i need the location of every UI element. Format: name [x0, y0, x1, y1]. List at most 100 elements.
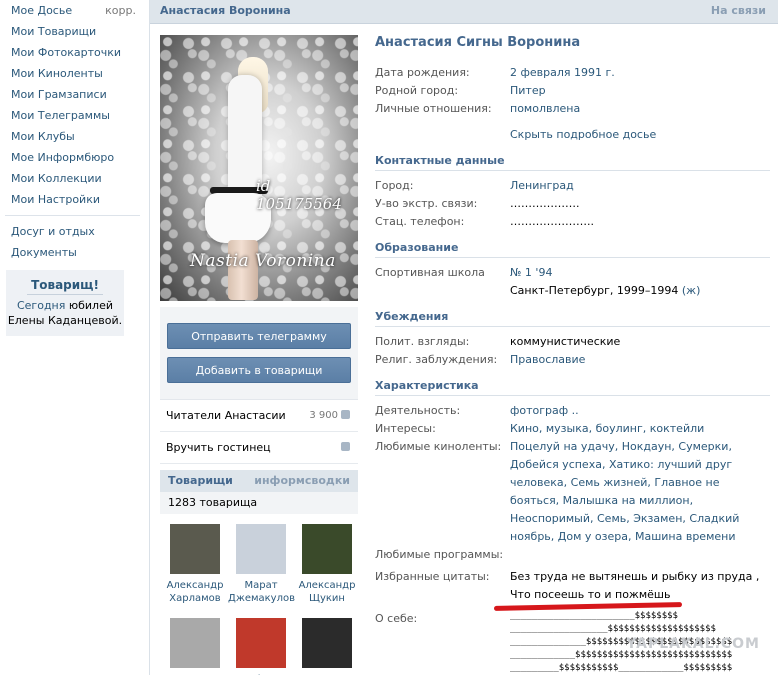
menu-item[interactable]: Мое Информбюро — [0, 147, 145, 168]
friend-item[interactable]: The — [228, 618, 294, 675]
friend-item[interactable]: Александр Щукин — [294, 524, 360, 605]
menu-divider — [5, 215, 140, 216]
friend-item[interactable]: Саня — [162, 618, 228, 675]
followers-label: Читатели Анастасии — [166, 409, 286, 422]
friend-first-name: Александр — [298, 580, 356, 591]
friend-avatar[interactable] — [170, 618, 220, 668]
menu-item-label: Мои Телеграммы — [11, 109, 110, 122]
info-row: Любимые программы: — [375, 546, 770, 564]
friends-grid: Александр Харламов Марат Джемакулов Александ… — [160, 514, 358, 675]
info-label: Дата рождения: — [375, 66, 470, 79]
profile-actions: Отправить телеграмму Добавить в товарищи — [160, 307, 358, 400]
info-row: Полит. взгляды: коммунистические — [375, 333, 770, 351]
info-label: Полит. взгляды: — [375, 335, 470, 348]
give-gift-link[interactable]: Вручить гостинец — [160, 432, 358, 464]
menu-item-label: Мои Настройки — [11, 193, 100, 206]
profile-left-column: id 105175564 Nastia Voronina Отправить т… — [160, 35, 358, 675]
info-row: Город: Ленинград — [375, 177, 770, 195]
menu-item[interactable]: Мои Телеграммы — [0, 105, 145, 126]
info-value[interactable]: Питер — [510, 82, 770, 100]
friend-item[interactable]: Александр Харламов — [162, 524, 228, 605]
info-value[interactable]: Поцелуй на удачу, Нокдаун, Сумерки, Добе… — [510, 438, 770, 546]
info-value: ………………. — [510, 197, 580, 210]
friends-count[interactable]: 1283 товарища — [160, 492, 358, 514]
info-value[interactable]: помолвлена — [510, 100, 770, 118]
send-telegram-button[interactable]: Отправить телеграмму — [167, 323, 351, 349]
info-row: Любимые киноленты: Поцелуй на удачу, Нокд… — [375, 438, 770, 546]
birthday-reminder: Товарищ! Сегодня юбилей Елены Каданцевой… — [6, 270, 124, 336]
menu-item-label: Мои Грамзаписи — [11, 88, 107, 101]
quotes-line-1: Без труда не вытянешь и рыбку из пруда , — [510, 570, 760, 583]
info-row: Религ. заблуждения: Православие — [375, 351, 770, 369]
menu-item-extra[interactable]: Документы — [0, 242, 145, 263]
info-label: Религ. заблуждения: — [375, 353, 498, 366]
friend-item[interactable]: Марат Джемакулов — [228, 524, 296, 605]
section-education: Образование — [375, 241, 770, 258]
friend-avatar[interactable] — [236, 524, 286, 574]
site-watermark: YAPLAKAL.COM — [626, 636, 760, 652]
reminder-person[interactable]: Елены Каданцевой. — [8, 314, 122, 327]
quotes-label: Избранные цитаты: — [375, 570, 490, 583]
friend-avatar[interactable] — [302, 524, 352, 574]
info-value[interactable]: Ленинград — [510, 177, 770, 195]
menu-item-extra[interactable]: Досуг и отдых — [0, 221, 145, 242]
info-label: Личные отношения: — [375, 102, 492, 115]
gift-icon — [341, 442, 350, 451]
profile-photo[interactable]: id 105175564 Nastia Voronina — [160, 35, 358, 301]
info-value[interactable]: Православие — [510, 351, 770, 369]
section-traits: Характеристика — [375, 379, 770, 396]
info-value[interactable]: 2 февраля 1991 г. — [510, 64, 770, 82]
friends-title[interactable]: Товарищи — [168, 474, 233, 487]
friend-last-name: Харламов — [169, 593, 221, 604]
info-label: Любимые программы: — [375, 548, 504, 561]
friends-updates-link[interactable]: информсводки — [254, 474, 350, 487]
friend-avatar[interactable] — [236, 618, 286, 668]
menu-item-label: Мои Коллекции — [11, 172, 102, 185]
info-row: У-во экстр. связи: ………………. — [375, 195, 770, 213]
gift-label: Вручить гостинец — [166, 441, 271, 454]
reminder-today[interactable]: Сегодня — [17, 299, 65, 312]
profile-header: Анастасия Воронина На связи — [150, 0, 778, 24]
friend-avatar[interactable] — [302, 618, 352, 668]
followers-link[interactable]: Читатели Анастасии 3 900 — [160, 400, 358, 432]
edit-profile-link[interactable]: корр. — [105, 0, 136, 21]
hide-details-link[interactable]: Скрыть подробное досье — [510, 128, 656, 141]
ascii-art-line: _________$$$$$$$$$$$____________$$$$$$$$… — [510, 663, 733, 673]
menu-item[interactable]: Мои Киноленты — [0, 63, 145, 84]
info-value[interactable]: Кино, музыка, боулинг, коктейли — [510, 420, 770, 438]
menu-item[interactable]: Мои Товарищи — [0, 21, 145, 42]
menu-item-label: Мои Киноленты — [11, 67, 103, 80]
friend-last-name: Джемакулов — [228, 593, 296, 604]
ascii-art-line: __________________$$$$$$$$$$$$$$$$$$$$ — [510, 624, 716, 634]
people-icon — [341, 410, 350, 419]
menu-item[interactable]: Мои Клубы — [0, 126, 145, 147]
profile-page: Анастасия Воронина На связи id 105175564… — [149, 0, 778, 675]
info-row: Личные отношения: помолвлена — [375, 100, 770, 118]
about-label: О себе: — [375, 612, 418, 625]
friend-avatar[interactable] — [170, 524, 220, 574]
followers-count: 3 900 — [309, 410, 338, 421]
quotes-line-2: Что посеешь то и пожмёшь — [510, 588, 671, 601]
menu-item[interactable]: Мое Досье корр. — [0, 0, 145, 21]
info-value[interactable]: фотограф .. — [510, 402, 770, 420]
info-row: Родной город: Питер — [375, 82, 770, 100]
section-beliefs: Убеждения — [375, 310, 770, 327]
info-label: У-во экстр. связи: — [375, 197, 478, 210]
education-label: Спортивная школа — [375, 266, 485, 279]
photo-watermark-id: id 105175564 — [256, 177, 342, 213]
education-school[interactable]: № 1 '94 — [510, 266, 552, 279]
education-tag[interactable]: (ж) — [682, 284, 701, 297]
menu-item[interactable]: Мои Фотокарточки — [0, 42, 145, 63]
menu-item[interactable]: Мои Коллекции — [0, 168, 145, 189]
online-status: На связи — [710, 4, 766, 17]
menu-item-label: Мои Фотокарточки — [11, 46, 121, 59]
friend-first-name: Марат — [244, 580, 278, 591]
menu-item-label: Мои Клубы — [11, 130, 75, 143]
menu-item[interactable]: Мои Грамзаписи — [0, 84, 145, 105]
education-detail: Санкт-Петербург, 1999–1994 — [510, 284, 679, 297]
add-friend-button[interactable]: Добавить в товарищи — [167, 357, 351, 383]
menu-item-label: Мое Досье — [11, 4, 73, 17]
friend-item[interactable]: Lexa — [294, 618, 360, 675]
info-value: коммунистические — [510, 335, 621, 348]
menu-item[interactable]: Мои Настройки — [0, 189, 145, 210]
